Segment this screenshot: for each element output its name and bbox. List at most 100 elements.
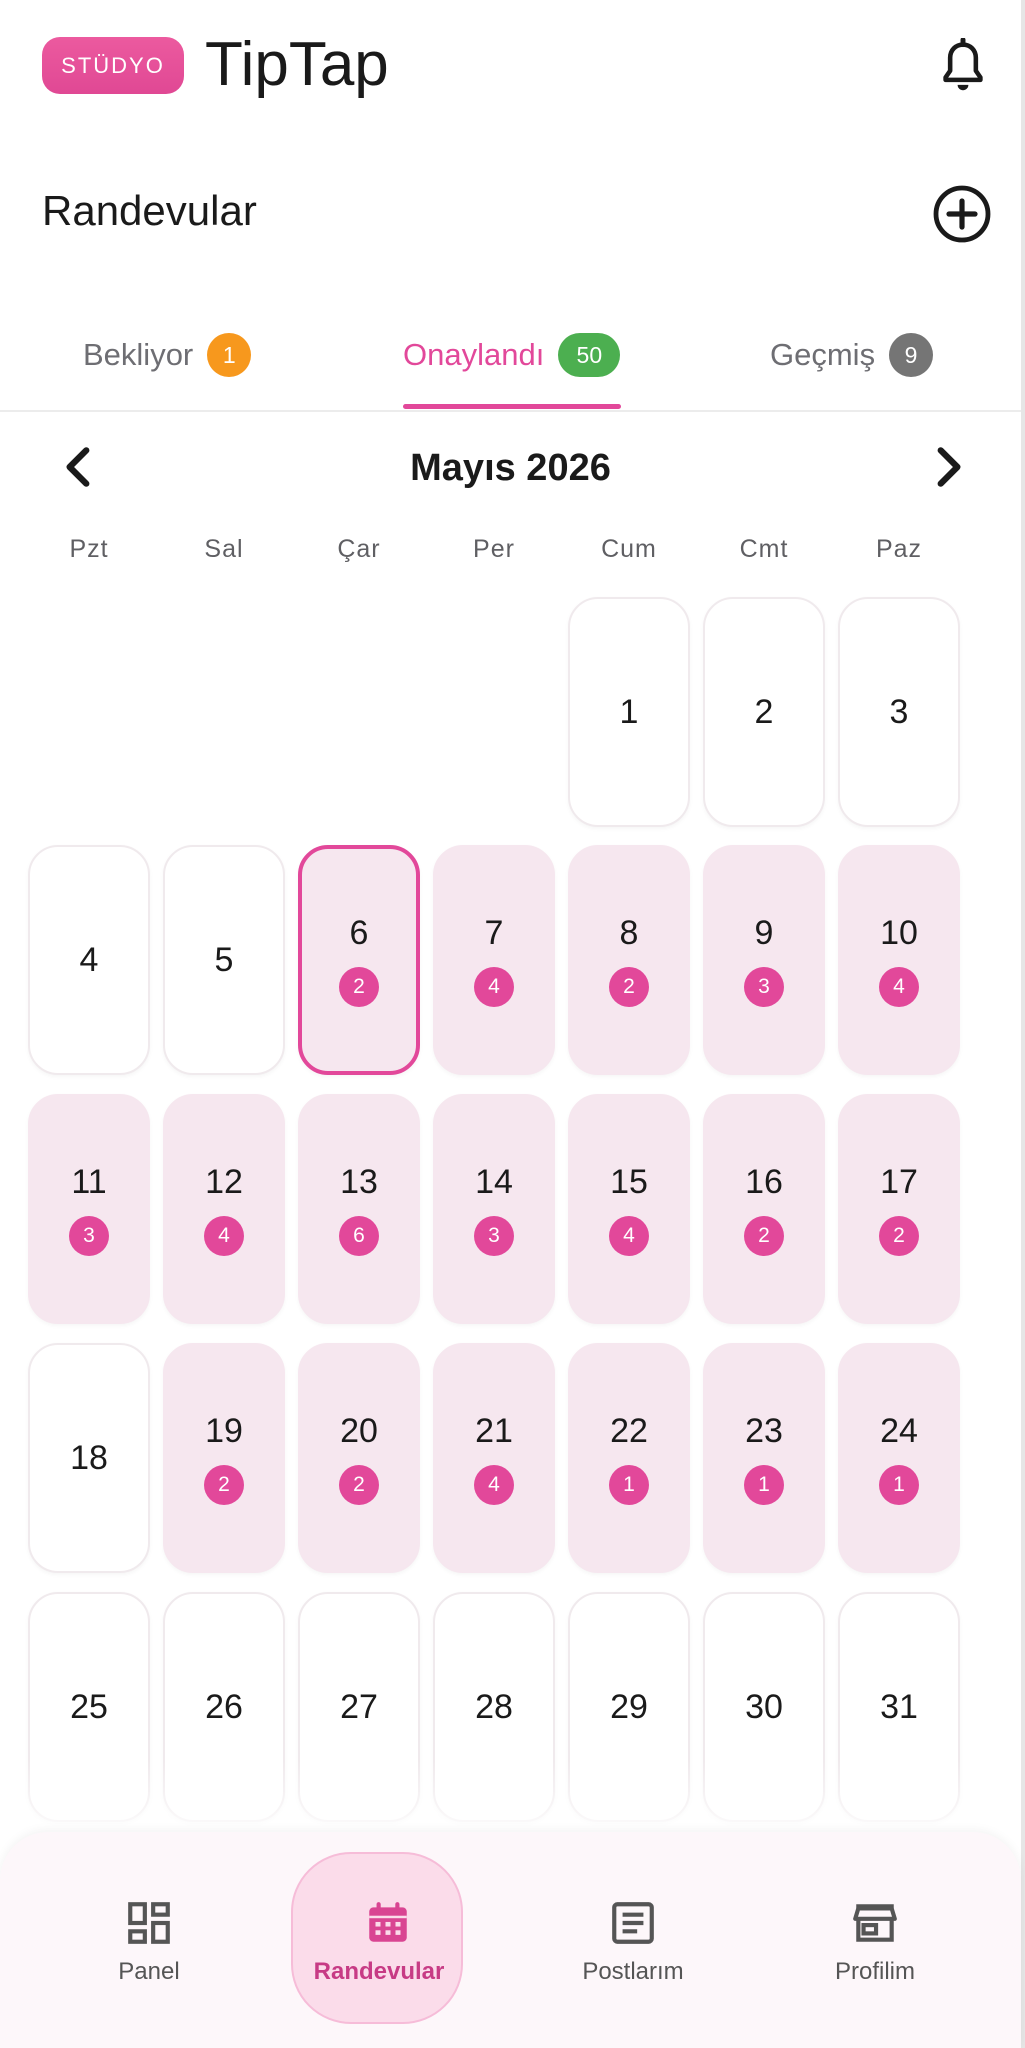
- status-tabs: Bekliyor 1 Onaylandı 50 Geçmiş 9: [0, 300, 1021, 412]
- calendar-day-16[interactable]: 16 2: [703, 1094, 825, 1324]
- day-number: 11: [71, 1163, 107, 1201]
- day-number: 26: [205, 1688, 243, 1726]
- appointment-count-badge: 2: [339, 967, 379, 1007]
- tab-count-badge: 9: [889, 333, 934, 377]
- calendar-day-5[interactable]: 5: [163, 845, 285, 1075]
- calendar-day-24[interactable]: 24 1: [838, 1343, 960, 1573]
- calendar-day-18[interactable]: 18: [28, 1343, 150, 1573]
- notification-bell-icon[interactable]: [938, 38, 988, 96]
- calendar-day-3[interactable]: 3: [838, 597, 960, 827]
- day-number: 2: [754, 693, 774, 731]
- active-tab-indicator: [403, 404, 621, 409]
- calendar-day-10[interactable]: 10 4: [838, 845, 960, 1075]
- add-appointment-icon[interactable]: [932, 184, 992, 244]
- appointment-count-badge: 6: [339, 1216, 379, 1256]
- appointment-count-badge: 4: [474, 1465, 514, 1505]
- day-number: 15: [610, 1163, 648, 1201]
- day-number: 9: [754, 914, 774, 952]
- day-number: 12: [205, 1163, 243, 1201]
- scroll-fade: [0, 1760, 1021, 1840]
- day-number: 3: [889, 693, 909, 731]
- appointment-count-badge: 4: [204, 1216, 244, 1256]
- weekday-label: Cmt: [739, 535, 789, 563]
- day-number: 10: [880, 914, 918, 952]
- calendar-day-9[interactable]: 93: [703, 845, 825, 1075]
- calendar-day-19[interactable]: 19 2: [163, 1343, 285, 1573]
- weekday-label: Paz: [875, 535, 923, 563]
- calendar-day-11[interactable]: 11 3: [28, 1094, 150, 1324]
- nav-label: Profilim: [834, 1958, 915, 1985]
- tab-onaylandi[interactable]: Onaylandı 50: [403, 300, 621, 410]
- tab-gecmis[interactable]: Geçmiş 9: [770, 300, 934, 410]
- day-number: 7: [484, 914, 504, 952]
- calendar-day-6[interactable]: 62: [298, 845, 420, 1075]
- appointment-count-badge: 3: [69, 1216, 109, 1256]
- day-number: 22: [610, 1412, 648, 1450]
- app-header: STÜDYO TipTap: [0, 0, 1021, 140]
- studio-badge: STÜDYO: [42, 37, 184, 94]
- tab-label: Geçmiş: [770, 337, 876, 372]
- dashboard-icon: [128, 1902, 170, 1944]
- appointment-count-badge: 2: [339, 1465, 379, 1505]
- nav-item-panel[interactable]: Panel: [49, 1832, 249, 2048]
- day-number: 29: [610, 1688, 648, 1726]
- appointment-count-badge: 1: [744, 1465, 784, 1505]
- tab-bekliyor[interactable]: Bekliyor 1: [83, 300, 252, 410]
- calendar-day-21[interactable]: 21 4: [433, 1343, 555, 1573]
- tab-count-badge: 1: [207, 333, 252, 377]
- calendar-day-13[interactable]: 13 6: [298, 1094, 420, 1324]
- weekday-label: Cum: [601, 535, 657, 563]
- day-number: 17: [880, 1163, 918, 1201]
- weekday-label: Sal: [204, 535, 244, 563]
- day-number: 4: [79, 941, 99, 979]
- calendar-day-23[interactable]: 23 1: [703, 1343, 825, 1573]
- day-number: 16: [745, 1163, 783, 1201]
- calendar-day-22[interactable]: 22 1: [568, 1343, 690, 1573]
- tab-label: Bekliyor: [83, 337, 194, 372]
- day-number: 6: [349, 914, 369, 952]
- calendar-day-14[interactable]: 14 3: [433, 1094, 555, 1324]
- next-month-icon[interactable]: [923, 442, 973, 492]
- day-number: 27: [340, 1688, 378, 1726]
- appointment-count-badge: 1: [879, 1465, 919, 1505]
- calendar-day-7[interactable]: 74: [433, 845, 555, 1075]
- app-title: TipTap: [205, 30, 389, 99]
- nav-item-randevular[interactable]: Randevular: [283, 1832, 483, 2048]
- storefront-icon: [853, 1904, 897, 1942]
- day-number: 18: [70, 1439, 108, 1477]
- calendar-day-1[interactable]: 1: [568, 597, 690, 827]
- appointment-count-badge: 2: [204, 1465, 244, 1505]
- appointment-count-badge: 2: [744, 1216, 784, 1256]
- weekday-label: Per: [473, 535, 515, 563]
- day-number: 23: [745, 1412, 783, 1450]
- day-number: 31: [880, 1688, 918, 1726]
- article-icon: [612, 1902, 654, 1944]
- appointment-count-badge: 3: [744, 967, 784, 1007]
- day-number: 1: [619, 693, 639, 731]
- bottom-navigation: Panel Randevular Postlarım Profilim: [0, 1832, 1021, 2048]
- calendar-day-8[interactable]: 82: [568, 845, 690, 1075]
- nav-label: Postlarım: [582, 1958, 684, 1985]
- appointment-count-badge: 1: [609, 1465, 649, 1505]
- month-title: Mayıs 2026: [410, 447, 611, 489]
- day-number: 21: [475, 1412, 513, 1450]
- right-edge-divider: [1021, 0, 1025, 2048]
- appointment-count-badge: 4: [609, 1216, 649, 1256]
- day-number: 14: [475, 1163, 513, 1201]
- nav-item-profilim[interactable]: Profilim: [775, 1832, 975, 2048]
- calendar-icon: [369, 1902, 407, 1942]
- day-number: 24: [880, 1412, 918, 1450]
- calendar-day-4[interactable]: 4: [28, 845, 150, 1075]
- calendar-day-12[interactable]: 12 4: [163, 1094, 285, 1324]
- calendar-day-15[interactable]: 15 4: [568, 1094, 690, 1324]
- section-title: Randevular: [42, 187, 257, 234]
- appointment-count-badge: 2: [879, 1216, 919, 1256]
- appointment-count-badge: 3: [474, 1216, 514, 1256]
- tab-label: Onaylandı: [403, 337, 545, 372]
- calendar-day-17[interactable]: 17 2: [838, 1094, 960, 1324]
- calendar-day-20[interactable]: 20 2: [298, 1343, 420, 1573]
- day-number: 8: [619, 914, 639, 952]
- calendar-day-2[interactable]: 2: [703, 597, 825, 827]
- nav-item-postlarim[interactable]: Postlarım: [533, 1832, 733, 2048]
- weekday-label: Pzt: [69, 535, 109, 563]
